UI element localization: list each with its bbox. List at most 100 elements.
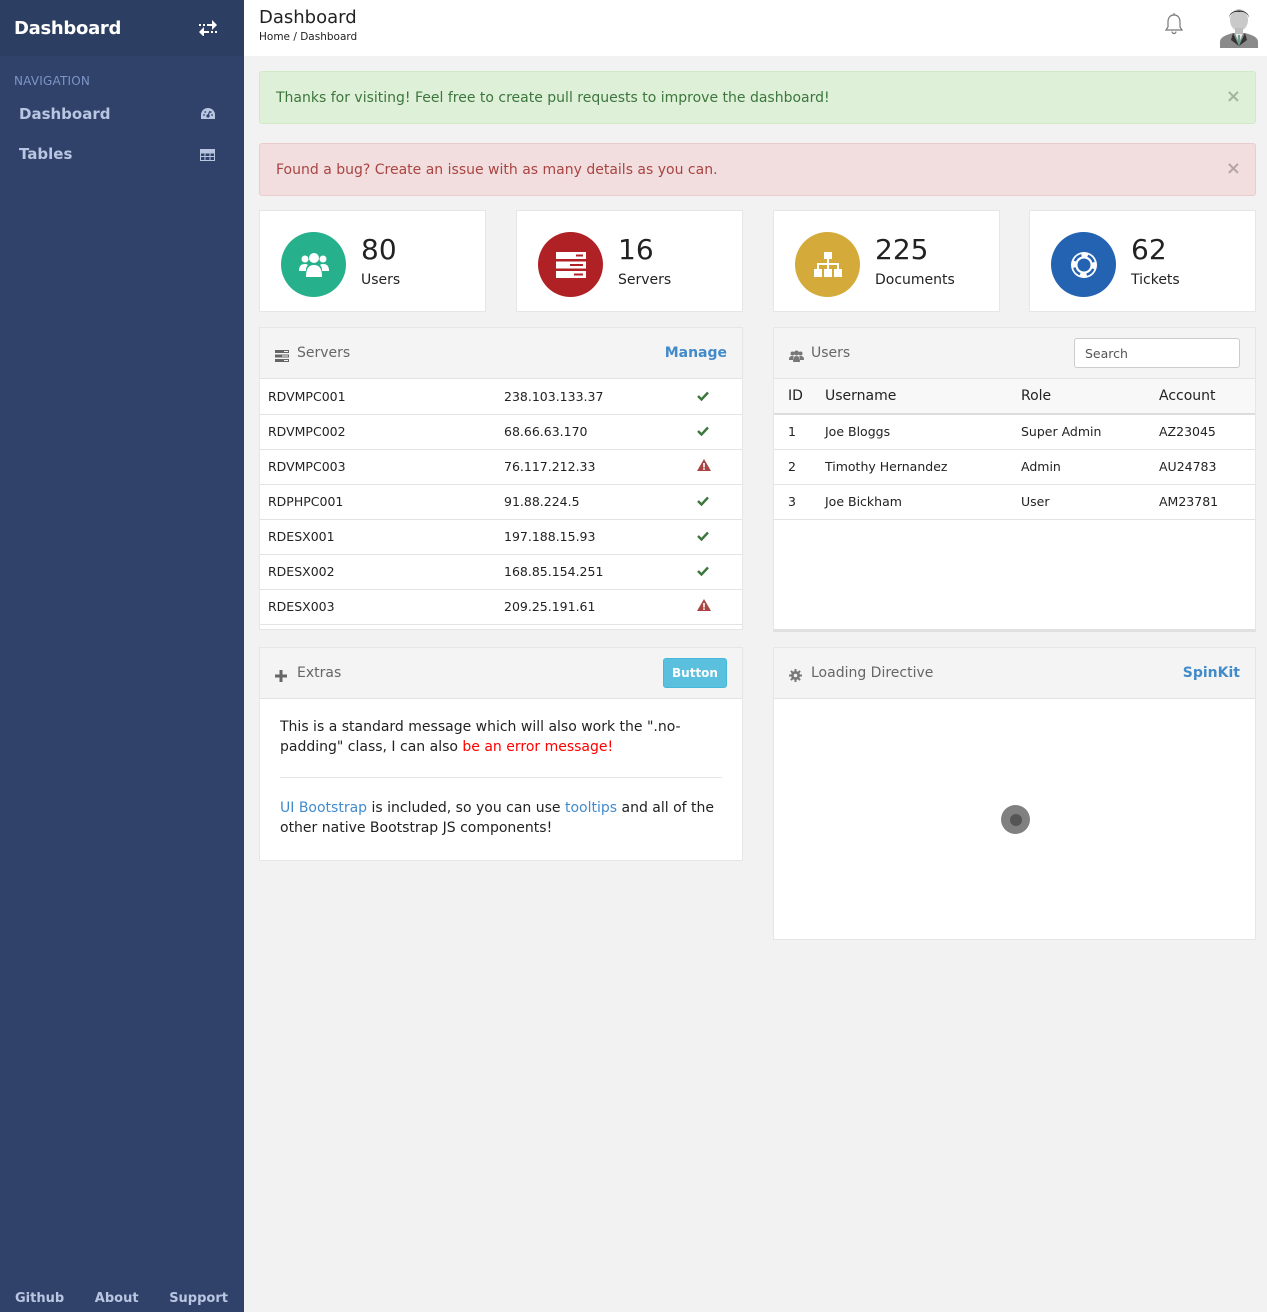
avatar[interactable] xyxy=(1218,4,1260,48)
table-row: RDVMPC002 68.66.63.170 xyxy=(260,414,742,450)
alert-text: Thanks for visiting! Feel free to create… xyxy=(276,89,830,106)
stat-value: 62 xyxy=(1131,233,1167,266)
user-username: Timothy Hernandez xyxy=(825,449,1021,485)
widget-header: Servers Manage xyxy=(260,328,742,379)
breadcrumb[interactable]: Home / Dashboard xyxy=(259,31,357,43)
sitemap-icon xyxy=(795,232,860,297)
users-icon xyxy=(789,347,804,362)
loading-spinner xyxy=(1001,805,1030,834)
search-input[interactable] xyxy=(1074,338,1240,368)
server-name: RDPHPC001 xyxy=(260,484,504,520)
check-icon xyxy=(697,424,709,439)
warning-icon xyxy=(697,599,711,614)
user-id: 3 xyxy=(774,484,825,520)
widget-title: Servers xyxy=(297,345,351,361)
extras-button[interactable]: Button xyxy=(663,658,727,688)
server-name: RDVMPC003 xyxy=(260,449,504,485)
extras-body: This is a standard message which will al… xyxy=(260,699,742,838)
stat-card-tickets: 62 Tickets xyxy=(1029,210,1256,312)
loading-body xyxy=(774,699,1255,939)
server-status xyxy=(694,519,742,555)
life-ring-icon xyxy=(1051,232,1116,297)
server-status xyxy=(694,589,742,625)
widget-header: Extras Button xyxy=(260,648,742,699)
server-ip: 197.188.15.93 xyxy=(504,519,694,555)
user-account: AU24783 xyxy=(1159,449,1255,485)
users-widget: Users ID Username Role Account 1 Joe Blo… xyxy=(773,327,1256,632)
table-header-row: ID Username Role Account xyxy=(774,379,1255,415)
error-message: be an error message! xyxy=(462,739,614,755)
server-ip: 76.117.212.33 xyxy=(504,449,694,485)
bell-icon[interactable] xyxy=(1163,12,1185,36)
user-account: AM23781 xyxy=(1159,484,1255,520)
sidebar-item-label: Tables xyxy=(19,145,73,163)
user-role: Super Admin xyxy=(1021,414,1159,450)
stat-value: 225 xyxy=(875,233,929,266)
stat-label: Documents xyxy=(875,272,955,288)
nav-section-title: NAVIGATION xyxy=(14,74,91,88)
table-row[interactable]: 2 Timothy Hernandez Admin AU24783 xyxy=(774,449,1255,485)
user-id: 1 xyxy=(774,414,825,450)
footer-link-support[interactable]: Support xyxy=(169,1291,228,1306)
close-icon[interactable]: × xyxy=(1226,158,1241,179)
widget-title: Loading Directive xyxy=(811,665,934,681)
check-icon xyxy=(697,564,709,579)
sidebar: Dashboard NAVIGATION Dashboard Tables Gi… xyxy=(0,0,244,1312)
manage-link[interactable]: Manage xyxy=(665,345,727,361)
exchange-icon[interactable] xyxy=(198,20,218,37)
ui-bootstrap-link[interactable]: UI Bootstrap xyxy=(280,800,367,816)
alert-danger: Found a bug? Create an issue with as man… xyxy=(259,143,1256,196)
server-status xyxy=(694,449,742,485)
user-role: Admin xyxy=(1021,449,1159,485)
users-icon xyxy=(281,232,346,297)
tooltips-link[interactable]: tooltips xyxy=(565,800,617,816)
close-icon[interactable]: × xyxy=(1226,86,1241,107)
check-icon xyxy=(697,529,709,544)
stat-card-users: 80 Users xyxy=(259,210,486,312)
dashboard-gauge-icon xyxy=(200,107,216,121)
spinner-core xyxy=(1009,813,1022,826)
footer-link-github[interactable]: Github xyxy=(15,1291,64,1306)
user-id: 2 xyxy=(774,449,825,485)
divider xyxy=(280,777,722,778)
table-row[interactable]: 1 Joe Bloggs Super Admin AZ23045 xyxy=(774,414,1255,450)
server-ip: 168.85.154.251 xyxy=(504,554,694,590)
user-account: AZ23045 xyxy=(1159,414,1255,450)
server-list-icon xyxy=(275,347,289,362)
server-name: RDESX002 xyxy=(260,554,504,590)
stat-label: Tickets xyxy=(1131,272,1180,288)
brand-title[interactable]: Dashboard xyxy=(14,18,121,39)
stat-label: Users xyxy=(361,272,401,288)
check-icon xyxy=(697,389,709,404)
server-ip: 68.66.63.170 xyxy=(504,414,694,450)
server-ip: 209.25.191.61 xyxy=(504,589,694,625)
column-header-username[interactable]: Username xyxy=(825,379,1021,415)
widget-title: Users xyxy=(811,345,851,361)
alert-success: Thanks for visiting! Feel free to create… xyxy=(259,71,1256,124)
table-icon xyxy=(200,147,216,161)
sidebar-item-label: Dashboard xyxy=(19,105,111,123)
stat-card-servers: 16 Servers xyxy=(516,210,743,312)
check-icon xyxy=(697,494,709,509)
column-header-id[interactable]: ID xyxy=(774,379,825,415)
server-name: RDESX001 xyxy=(260,519,504,555)
sidebar-item-tables[interactable]: Tables xyxy=(0,134,244,174)
widget-header: Users xyxy=(774,328,1255,379)
extras-widget: Extras Button This is a standard message… xyxy=(259,647,743,861)
table-row: RDPHPC001 91.88.224.5 xyxy=(260,484,742,520)
gear-icon xyxy=(789,667,803,682)
message-text: is included, so you can use xyxy=(367,800,565,816)
sidebar-item-dashboard[interactable]: Dashboard xyxy=(0,94,244,134)
table-row: RDESX002 168.85.154.251 xyxy=(260,554,742,590)
table-row: RDESX003 209.25.191.61 xyxy=(260,589,742,625)
spinkit-link[interactable]: SpinKit xyxy=(1183,665,1240,681)
column-header-account[interactable]: Account xyxy=(1159,379,1255,415)
standard-message: This is a standard message which will al… xyxy=(280,717,722,757)
servers-table: RDVMPC001 238.103.133.37 RDVMPC002 68.66… xyxy=(260,379,742,625)
server-status xyxy=(694,379,742,415)
plus-icon xyxy=(275,667,289,682)
footer-link-about[interactable]: About xyxy=(95,1291,139,1306)
table-row[interactable]: 3 Joe Bickham User AM23781 xyxy=(774,484,1255,520)
server-status xyxy=(694,484,742,520)
column-header-role[interactable]: Role xyxy=(1021,379,1159,415)
